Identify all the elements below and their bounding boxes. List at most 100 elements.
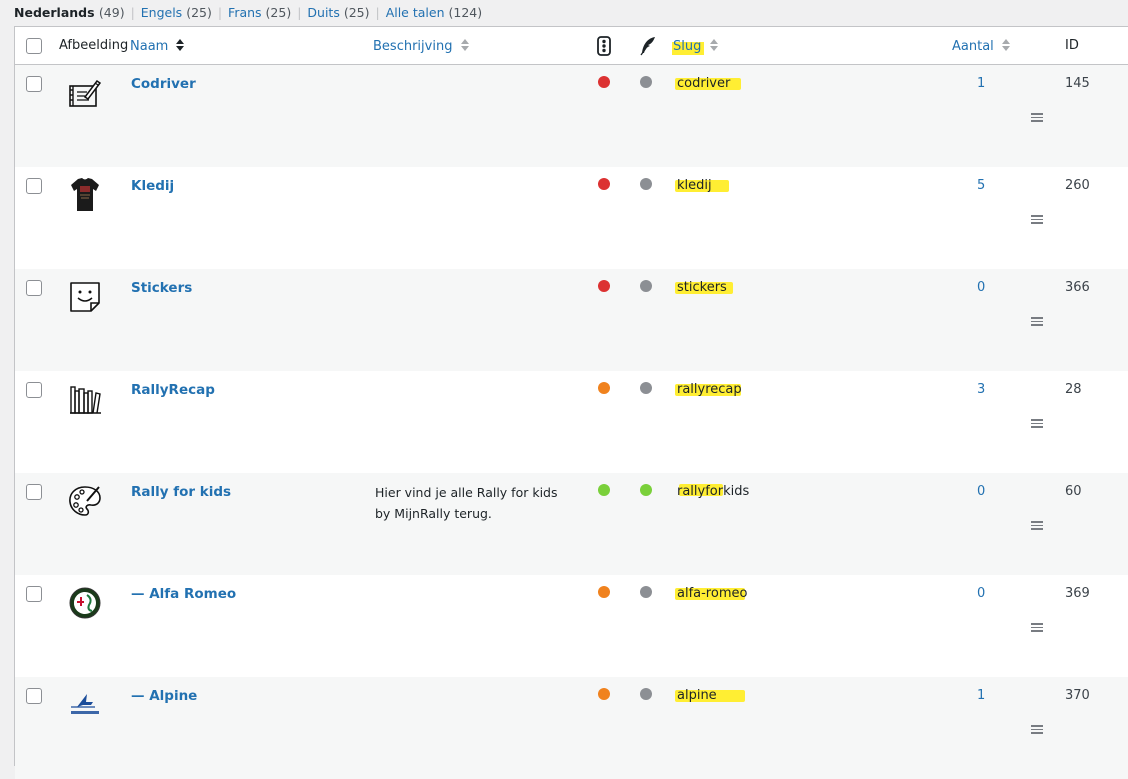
column-description-link[interactable]: Beschrijving [373,39,452,54]
readability-status-dot [598,484,610,496]
category-count-link[interactable]: 0 [977,484,985,499]
category-name-link[interactable]: — Alpine [131,688,197,704]
row-checkbox[interactable] [26,178,42,194]
language-filter: Nederlands (49) | Engels (25) | Frans (2… [14,5,483,20]
category-count-link[interactable]: 1 [977,76,985,91]
seo-status-dot [640,586,652,598]
table-row: — Alpine alpine 1 370 [15,677,1128,779]
row-checkbox[interactable] [26,688,42,704]
category-name-link[interactable]: Rally for kids [131,484,231,500]
drag-handle-icon[interactable] [1031,623,1043,632]
readability-status-dot [598,586,610,598]
lang-duits[interactable]: Duits [307,5,339,20]
lang-engels[interactable]: Engels [141,5,182,20]
row-checkbox[interactable] [26,280,42,296]
category-name-link[interactable]: Stickers [131,280,192,296]
category-count-link[interactable]: 3 [977,382,985,397]
category-id: 60 [1065,484,1082,499]
category-slug: alpine [677,688,717,703]
table-row: — Alfa Romeo alfa-romeo 0 369 [15,575,1128,677]
sort-icon [460,39,469,51]
tshirt-icon [71,178,99,211]
category-id: 260 [1065,178,1090,193]
category-name-link[interactable]: Kledij [131,178,174,194]
lang-frans[interactable]: Frans [228,5,262,20]
sticker-icon [70,282,100,312]
table-row: Stickers stickers 0 366 [15,269,1128,371]
readability-status-dot [598,382,610,394]
category-slug: codriver [677,76,731,91]
column-slug[interactable]: Slug [672,38,719,55]
table-row: Rally for kids Hier vind je alle Rally f… [15,473,1128,575]
category-description: Hier vind je alle Rally for kids by Mijn… [375,485,558,521]
books-icon [70,386,101,414]
table-header: Afbeelding Naam Beschrijving Slug Aantal [15,27,1128,65]
lang-frans-count: (25) [265,5,292,20]
seo-status-dot [640,484,652,496]
category-slug: alfa-romeo [677,586,748,601]
seo-status-dot [640,382,652,394]
category-count-link[interactable]: 5 [977,178,985,193]
lang-alle-count: (124) [448,5,483,20]
category-id: 370 [1065,688,1090,703]
row-checkbox[interactable] [26,484,42,500]
feather-icon [640,37,655,56]
readability-status-dot [598,76,610,88]
column-image: Afbeelding [59,38,129,53]
lang-engels-count: (25) [186,5,212,20]
sort-icon [1001,39,1010,51]
readability-status-dot [598,178,610,190]
column-description[interactable]: Beschrijving [373,38,470,54]
category-slug: stickers [677,280,727,295]
drag-handle-icon[interactable] [1031,215,1043,224]
palette-icon [69,486,101,516]
lang-duits-count: (25) [343,5,370,20]
drag-handle-icon[interactable] [1031,317,1043,326]
category-count-link[interactable]: 1 [977,688,985,703]
column-count-link[interactable]: Aantal [952,39,994,54]
row-checkbox[interactable] [26,586,42,602]
category-name-link[interactable]: — Alfa Romeo [131,586,236,602]
column-id: ID [1065,38,1079,53]
category-id: 28 [1065,382,1082,397]
traffic-light-icon [597,36,611,56]
sort-asc-icon [176,39,185,51]
row-checkbox[interactable] [26,76,42,92]
category-id: 145 [1065,76,1090,91]
table-row: RallyRecap rallyrecap 3 28 [15,371,1128,473]
lang-alle-talen[interactable]: Alle talen [386,5,445,20]
lang-nederlands[interactable]: Nederlands (49) [14,5,125,20]
seo-status-dot [640,280,652,292]
readability-status-dot [598,280,610,292]
category-name-link[interactable]: RallyRecap [131,382,215,398]
drag-handle-icon[interactable] [1031,521,1043,530]
drag-handle-icon[interactable] [1031,419,1043,428]
table-row: Kledij kledij 5 260 [15,167,1128,269]
column-slug-link[interactable]: Slug [673,39,701,54]
drag-handle-icon[interactable] [1031,725,1043,734]
seo-status-dot [640,76,652,88]
category-count-link[interactable]: 0 [977,280,985,295]
column-count[interactable]: Aantal [952,38,1011,54]
category-id: 369 [1065,586,1090,601]
category-slug: kledij [677,178,712,193]
seo-status-dot [640,178,652,190]
sort-icon [709,39,718,51]
alpine-logo-icon [71,694,99,714]
readability-status-dot [598,688,610,700]
notebook-pen-icon [69,79,102,107]
drag-handle-icon[interactable] [1031,113,1043,122]
table-row: Codriver codriver 1 145 [15,65,1128,167]
alfa-romeo-logo-icon [69,587,101,619]
category-name-link[interactable]: Codriver [131,76,196,92]
categories-table: Afbeelding Naam Beschrijving Slug Aantal [14,26,1128,779]
column-name-link[interactable]: Naam [130,39,168,54]
select-all-checkbox[interactable] [26,38,42,54]
category-count-link[interactable]: 0 [977,586,985,601]
category-slug: rallyrecap [677,382,742,397]
category-id: 366 [1065,280,1090,295]
category-slug: rallyforkids [677,484,750,499]
seo-status-dot [640,688,652,700]
row-checkbox[interactable] [26,382,42,398]
column-name[interactable]: Naam [130,38,185,54]
